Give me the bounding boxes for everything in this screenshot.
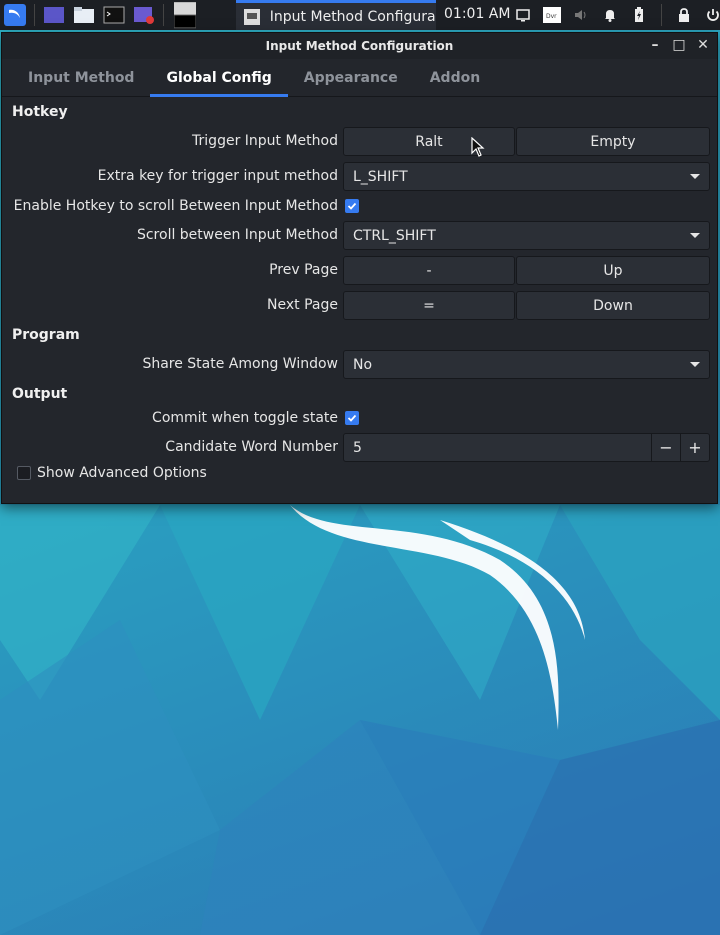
terminal-icon[interactable] (103, 4, 125, 26)
tab-global-config[interactable]: Global Config (150, 59, 288, 97)
section-title-output: Output (12, 386, 68, 402)
trigger-key1-button[interactable]: Ralt (343, 127, 515, 156)
config-window: Input Method Configuration – □ ✕ Input M… (1, 32, 718, 504)
close-button[interactable]: ✕ (695, 37, 711, 53)
scroll-between-dropdown[interactable]: CTRL_SHIFT (343, 221, 710, 250)
mouse-cursor-icon (471, 137, 485, 157)
trigger-input-method-label: Trigger Input Method (192, 133, 338, 149)
global-config-panel: Hotkey Trigger Input Method Ralt Empty E… (6, 99, 713, 499)
checkmark-icon (347, 414, 357, 422)
extra-key-label: Extra key for trigger input method (97, 168, 338, 184)
keyboard-layout-icon[interactable]: Dvr (541, 4, 563, 26)
taskbar: Input Method Configurat... 01:01 AM Dvr (0, 0, 720, 30)
system-tray: Dvr (512, 4, 720, 26)
next-page-key1-button[interactable]: = (343, 291, 515, 320)
taskbar-separator (163, 4, 164, 26)
battery-icon[interactable] (628, 4, 650, 26)
share-state-dropdown[interactable]: No (343, 350, 710, 379)
checkmark-icon (347, 202, 357, 210)
enable-scroll-checkbox[interactable] (345, 199, 359, 213)
tab-input-method[interactable]: Input Method (12, 59, 150, 97)
commit-toggle-label: Commit when toggle state (152, 410, 338, 426)
taskbar-window-title: Input Method Configurat... (269, 8, 436, 25)
tab-addon[interactable]: Addon (414, 59, 496, 97)
section-title-program: Program (12, 327, 80, 343)
extra-key-dropdown[interactable]: L_SHIFT (343, 162, 710, 191)
scroll-between-label: Scroll between Input Method (136, 227, 338, 243)
taskbar-separator (34, 4, 35, 26)
enable-scroll-label: Enable Hotkey to scroll Between Input Me… (13, 198, 338, 214)
screen-recorder-icon[interactable] (133, 4, 155, 26)
window-controls: – □ ✕ (647, 37, 711, 53)
chevron-down-icon (690, 174, 700, 179)
increment-button[interactable]: + (680, 434, 709, 461)
decrement-button[interactable]: − (651, 434, 680, 461)
taskbar-separator (661, 4, 662, 26)
power-icon[interactable] (702, 4, 720, 26)
file-manager-icon[interactable] (73, 4, 95, 26)
show-advanced-checkbox[interactable] (17, 466, 31, 480)
desktop-icon[interactable] (43, 4, 65, 26)
prev-page-key2-button[interactable]: Up (516, 256, 710, 285)
window-app-icon (242, 6, 262, 28)
notification-bell-icon[interactable] (599, 4, 621, 26)
candidate-word-number-value[interactable]: 5 (344, 440, 651, 456)
candidate-word-number-label: Candidate Word Number (165, 439, 338, 455)
share-state-value: No (353, 356, 373, 373)
section-title-hotkey: Hotkey (12, 104, 68, 120)
commit-toggle-checkbox[interactable] (345, 411, 359, 425)
window-titlebar[interactable]: Input Method Configuration – □ ✕ (2, 33, 717, 59)
scroll-between-value: CTRL_SHIFT (353, 227, 436, 244)
next-page-label: Next Page (267, 297, 338, 313)
trigger-key2-button[interactable]: Empty (516, 127, 710, 156)
chevron-down-icon (690, 233, 700, 238)
prev-page-key1-button[interactable]: - (343, 256, 515, 285)
share-state-label: Share State Among Window (142, 356, 338, 372)
volume-icon[interactable] (570, 4, 592, 26)
prev-page-label: Prev Page (269, 262, 338, 278)
window-title: Input Method Configuration (265, 39, 454, 53)
taskbar-window-button[interactable]: Input Method Configurat... (236, 0, 436, 30)
display-icon[interactable] (512, 4, 534, 26)
maximize-button[interactable]: □ (671, 37, 687, 53)
next-page-key2-button[interactable]: Down (516, 291, 710, 320)
tab-appearance[interactable]: Appearance (288, 59, 414, 97)
workspace-icon[interactable] (174, 2, 196, 29)
svg-text:Dvr: Dvr (546, 13, 557, 20)
kali-menu-icon[interactable] (4, 4, 26, 26)
clock[interactable]: 01:01 AM (444, 6, 510, 22)
lock-icon[interactable] (673, 4, 695, 26)
extra-key-value: L_SHIFT (353, 168, 408, 185)
show-advanced-label[interactable]: Show Advanced Options (37, 465, 207, 481)
minimize-button[interactable]: – (647, 37, 663, 53)
candidate-word-number-spinbox[interactable]: 5 − + (343, 433, 710, 462)
chevron-down-icon (690, 362, 700, 367)
tab-bar: Input Method Global Config Appearance Ad… (2, 59, 717, 97)
